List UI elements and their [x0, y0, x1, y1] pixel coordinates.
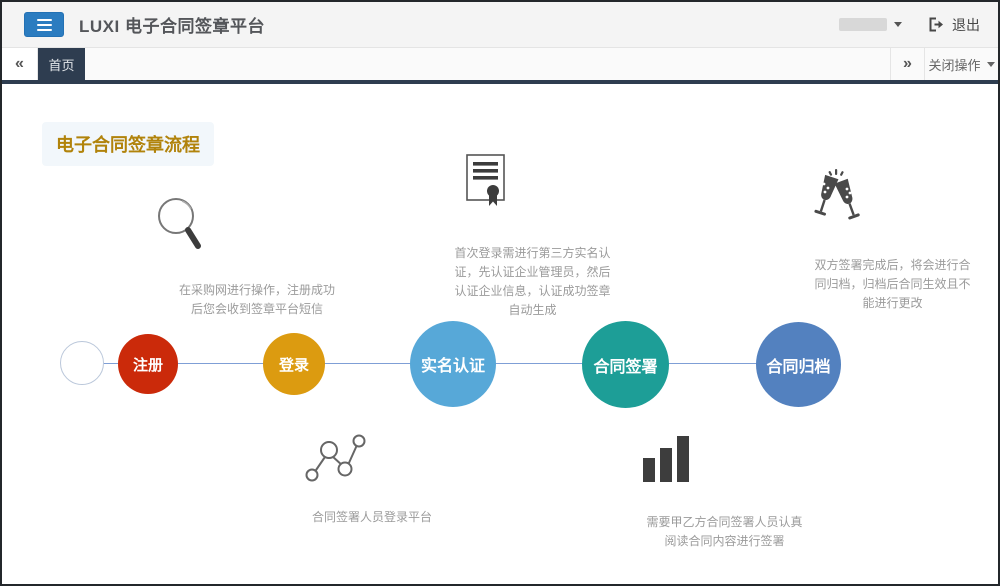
caption-real-name-auth: 首次登录需进行第三方实名认 证，先认证企业管理员，然后 认证企业信息，认证成功签… — [430, 244, 635, 320]
caption-login: 合同签署人员登录平台 — [267, 508, 477, 527]
close-operations-dropdown[interactable]: 关闭操作 — [924, 48, 998, 80]
step-contract-archive[interactable]: 合同归档 — [756, 322, 841, 407]
caption-line: 阅读合同内容进行签署 — [617, 532, 832, 551]
step-login[interactable]: 登录 — [263, 333, 325, 395]
tabs-scroll-left-button[interactable]: « — [2, 48, 38, 80]
tab-strip-empty — [85, 48, 890, 80]
caption-line: 认证企业信息，认证成功签章 — [430, 282, 635, 301]
double-chevron-left-icon: « — [15, 55, 24, 73]
caption-archive: 双方签署完成后，将会进行合 同归档，归档后合同生效且不 能进行更改 — [790, 256, 995, 313]
magnifier-icon — [152, 192, 208, 259]
logout-icon — [928, 17, 945, 32]
chevron-down-icon — [894, 22, 902, 27]
hamburger-menu-button[interactable] — [24, 12, 64, 37]
tab-bar: « 首页 » 关闭操作 — [2, 48, 998, 84]
app-header: LUXI 电子合同签章平台 退出 — [2, 2, 998, 48]
chevron-down-icon — [987, 62, 995, 67]
close-operations-label: 关闭操作 — [928, 55, 980, 74]
logout-button[interactable]: 退出 — [928, 15, 980, 35]
caption-line: 合同签署人员登录平台 — [267, 508, 477, 527]
step-real-name-auth[interactable]: 实名认证 — [410, 321, 496, 407]
username-redacted — [839, 18, 887, 31]
step-contract-sign[interactable]: 合同签署 — [582, 321, 669, 408]
main-content: 电子合同签章流程 — [2, 84, 998, 579]
caption-line: 同归档，归档后合同生效且不 — [790, 275, 995, 294]
tab-home[interactable]: 首页 — [38, 48, 85, 80]
header-right: 退出 — [839, 15, 980, 35]
caption-line: 后您会收到签章平台短信 — [152, 300, 362, 319]
caption-register: 在采购网进行操作，注册成功 后您会收到签章平台短信 — [152, 281, 362, 319]
caption-line: 需要甲乙方合同签署人员认真 — [617, 513, 832, 532]
caption-line: 首次登录需进行第三方实名认 — [430, 244, 635, 263]
flow-start-node — [60, 341, 104, 385]
hamburger-icon — [37, 24, 52, 26]
champagne-icon — [808, 168, 866, 231]
bar-chart-icon — [643, 436, 691, 487]
caption-sign: 需要甲乙方合同签署人员认真 阅读合同内容进行签署 — [617, 513, 832, 551]
certificate-icon — [466, 154, 508, 213]
double-chevron-right-icon: » — [903, 55, 912, 73]
hamburger-icon — [37, 29, 52, 31]
tabs-scroll-right-button[interactable]: » — [890, 48, 924, 80]
caption-line: 在采购网进行操作，注册成功 — [152, 281, 362, 300]
hamburger-icon — [37, 19, 52, 21]
user-dropdown[interactable] — [839, 18, 902, 31]
caption-line: 证，先认证企业管理员，然后 — [430, 263, 635, 282]
node-graph-icon — [304, 432, 366, 487]
tab-home-label: 首页 — [48, 55, 74, 74]
step-register[interactable]: 注册 — [118, 334, 178, 394]
logout-label: 退出 — [952, 15, 980, 35]
app-title: LUXI 电子合同签章平台 — [79, 12, 265, 37]
caption-line: 能进行更改 — [790, 294, 995, 313]
caption-line: 自动生成 — [430, 301, 635, 320]
page-title: 电子合同签章流程 — [42, 122, 214, 166]
caption-line: 双方签署完成后，将会进行合 — [790, 256, 995, 275]
app-window: LUXI 电子合同签章平台 退出 « 首页 » — [0, 0, 1000, 586]
